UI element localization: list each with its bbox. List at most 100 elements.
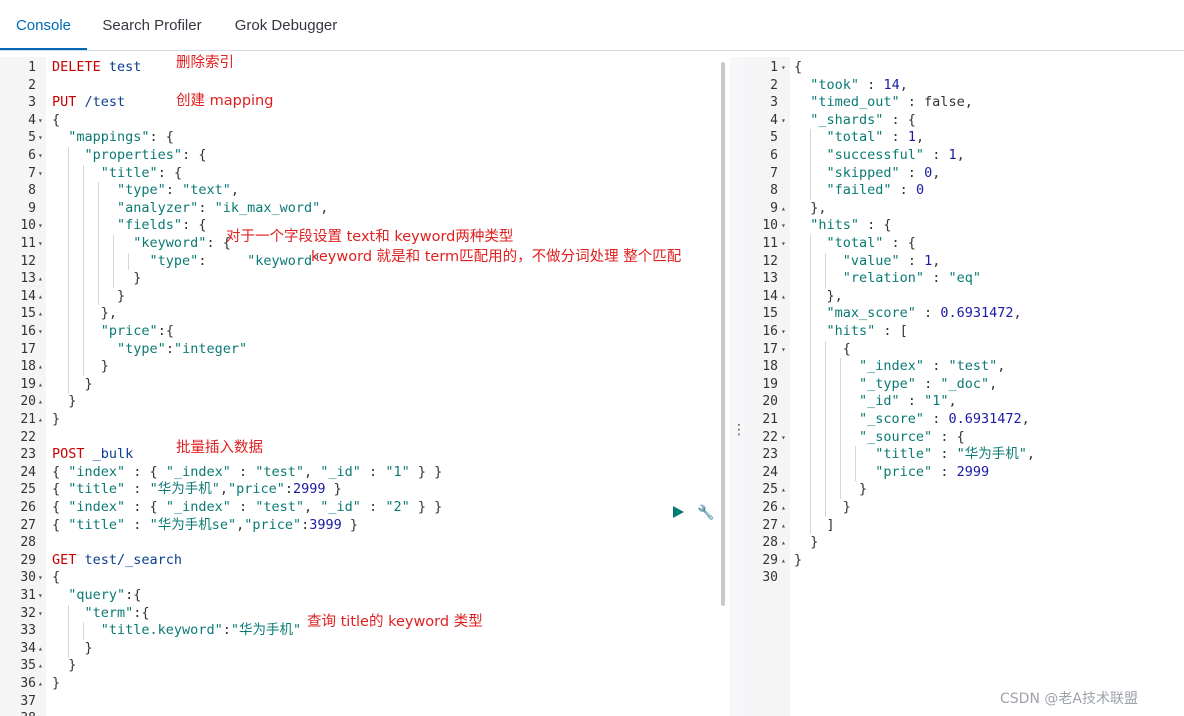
wrench-icon[interactable]: 🔧 bbox=[697, 505, 714, 521]
response-line-number: 27 bbox=[762, 517, 778, 533]
response-line-number: 30 bbox=[762, 570, 778, 586]
fold-close-icon[interactable]: ▴ bbox=[38, 288, 43, 306]
request-line-number: 2 bbox=[28, 77, 36, 93]
fold-open-icon[interactable]: ▾ bbox=[38, 569, 43, 587]
fold-close-icon[interactable]: ▴ bbox=[38, 640, 43, 658]
fold-open-icon[interactable]: ▾ bbox=[38, 235, 43, 253]
request-line-number: 30 bbox=[20, 570, 36, 586]
request-line-number: 26 bbox=[20, 500, 36, 515]
response-code-line: "price" : 2999 bbox=[875, 463, 990, 480]
request-code-line: } bbox=[52, 393, 77, 410]
indent-guide bbox=[840, 358, 841, 499]
fold-close-icon[interactable]: ▴ bbox=[38, 411, 43, 429]
tab-grok-debugger[interactable]: Grok Debugger bbox=[224, 0, 348, 48]
fold-open-icon[interactable]: ▾ bbox=[38, 165, 43, 183]
request-line-number: 6 bbox=[28, 148, 36, 163]
tab-bar: Console Search Profiler Grok Debugger bbox=[0, 0, 1184, 51]
request-code-line: "term":{ bbox=[84, 604, 150, 621]
fold-open-icon[interactable]: ▾ bbox=[38, 217, 43, 235]
request-line-number: 16 bbox=[20, 324, 36, 339]
request-code-line: "type": "keyword" bbox=[149, 252, 321, 269]
fold-open-icon[interactable]: ▾ bbox=[781, 235, 786, 253]
response-code-line: } bbox=[794, 534, 819, 551]
response-code-line: "_source" : { bbox=[859, 428, 965, 445]
fold-open-icon[interactable]: ▾ bbox=[781, 59, 786, 77]
response-code-line: } bbox=[794, 481, 868, 498]
indent-guide bbox=[855, 446, 856, 482]
tab-console[interactable]: Console bbox=[0, 0, 87, 50]
fold-open-icon[interactable]: ▾ bbox=[781, 323, 786, 341]
indent-guide bbox=[825, 340, 826, 517]
fold-close-icon[interactable]: ▴ bbox=[38, 376, 43, 394]
request-line-number: 34 bbox=[20, 640, 36, 656]
fold-close-icon[interactable]: ▴ bbox=[781, 481, 786, 499]
annotation-delete: 删除索引 bbox=[176, 55, 234, 71]
fold-close-icon[interactable]: ▴ bbox=[781, 200, 786, 218]
annotation-keyword-desc: keyword 就是和 term匹配用的，不做分词处理 整个匹配 bbox=[311, 249, 682, 265]
response-line-number: 18 bbox=[762, 359, 778, 375]
request-line-number: 13 bbox=[20, 271, 36, 287]
request-code-line: { bbox=[52, 569, 61, 586]
response-line-number: 2 bbox=[770, 77, 778, 93]
response-code-line: "relation" : "eq" bbox=[842, 270, 981, 287]
fold-close-icon[interactable]: ▴ bbox=[781, 552, 786, 570]
response-code-line: "timed_out" : false, bbox=[810, 94, 973, 111]
indent-guide bbox=[810, 235, 811, 535]
request-code-line: { "title" : "华为手机","price":2999 } bbox=[52, 481, 342, 498]
request-code-line: "title": { bbox=[100, 164, 183, 181]
indent-guide bbox=[83, 164, 84, 376]
request-code-line: "mappings": { bbox=[68, 129, 174, 146]
request-line-number: 10 bbox=[20, 218, 36, 234]
response-code-line: { bbox=[794, 59, 803, 75]
response-code-line: "skipped" : 0, bbox=[826, 164, 941, 181]
fold-close-icon[interactable]: ▴ bbox=[781, 288, 786, 306]
request-line-number: 27 bbox=[20, 517, 36, 533]
response-code-line: } bbox=[794, 499, 851, 515]
fold-open-icon[interactable]: ▾ bbox=[781, 112, 786, 130]
response-line-number: 22 bbox=[762, 429, 778, 445]
request-line-number: 7 bbox=[28, 165, 36, 181]
response-line-number: 12 bbox=[762, 253, 778, 269]
request-line-number: 9 bbox=[28, 200, 36, 216]
tab-search-profiler[interactable]: Search Profiler bbox=[92, 0, 212, 48]
fold-open-icon[interactable]: ▾ bbox=[38, 147, 43, 165]
request-gutter: 1 2 3 4 ▾ 5 ▾ 6 ▾ 7 ▾ 8 9 10 ▾ 11 ▾ 12 13 ▴ 14 ▴ 15 ▴ 16 ▾ 17 18 ▴ 19… bbox=[0, 57, 46, 716]
request-code-line: PUT /test bbox=[52, 94, 126, 111]
response-line-number: 17 bbox=[762, 341, 778, 357]
response-code-line: { bbox=[794, 340, 851, 357]
request-code-line: } bbox=[52, 270, 142, 287]
pane-divider[interactable] bbox=[730, 57, 744, 716]
fold-open-icon[interactable]: ▾ bbox=[38, 129, 43, 147]
fold-open-icon[interactable]: ▾ bbox=[38, 605, 43, 623]
request-code-line: { "index" : { "_index" : "test", "_id" :… bbox=[52, 499, 443, 515]
request-line-number: 1 bbox=[28, 60, 36, 75]
fold-close-icon[interactable]: ▴ bbox=[38, 358, 43, 376]
fold-open-icon[interactable]: ▾ bbox=[781, 429, 786, 447]
request-line-number: 14 bbox=[20, 288, 36, 304]
annotation-query: 查询 title的 keyword 类型 bbox=[307, 614, 483, 630]
request-line-number: 12 bbox=[20, 253, 36, 269]
fold-open-icon[interactable]: ▾ bbox=[38, 112, 43, 130]
fold-open-icon[interactable]: ▾ bbox=[781, 217, 786, 235]
request-line-number: 19 bbox=[20, 376, 36, 392]
fold-open-icon[interactable]: ▾ bbox=[38, 587, 43, 605]
fold-close-icon[interactable]: ▴ bbox=[38, 393, 43, 411]
request-line-number: 25 bbox=[20, 482, 36, 498]
fold-open-icon[interactable]: ▾ bbox=[38, 323, 43, 341]
annotation-create: 创建 mapping bbox=[176, 93, 274, 109]
fold-close-icon[interactable]: ▴ bbox=[38, 305, 43, 323]
fold-close-icon[interactable]: ▴ bbox=[781, 517, 786, 535]
response-code-line: "failed" : 0 bbox=[826, 182, 925, 199]
fold-close-icon[interactable]: ▴ bbox=[781, 499, 786, 517]
annotation-bulk: 批量插入数据 bbox=[176, 440, 263, 456]
response-line-number: 8 bbox=[770, 183, 778, 199]
fold-close-icon[interactable]: ▴ bbox=[781, 534, 786, 552]
request-code-line: { "title" : "华为手机se","price":3999 } bbox=[52, 516, 359, 533]
play-icon[interactable] bbox=[673, 506, 684, 518]
fold-close-icon[interactable]: ▴ bbox=[38, 657, 43, 675]
response-line-number: 11 bbox=[762, 236, 778, 251]
request-scrollbar[interactable] bbox=[721, 62, 725, 606]
fold-open-icon[interactable]: ▾ bbox=[781, 341, 786, 359]
fold-close-icon[interactable]: ▴ bbox=[38, 270, 43, 288]
fold-close-icon[interactable]: ▴ bbox=[38, 675, 43, 693]
